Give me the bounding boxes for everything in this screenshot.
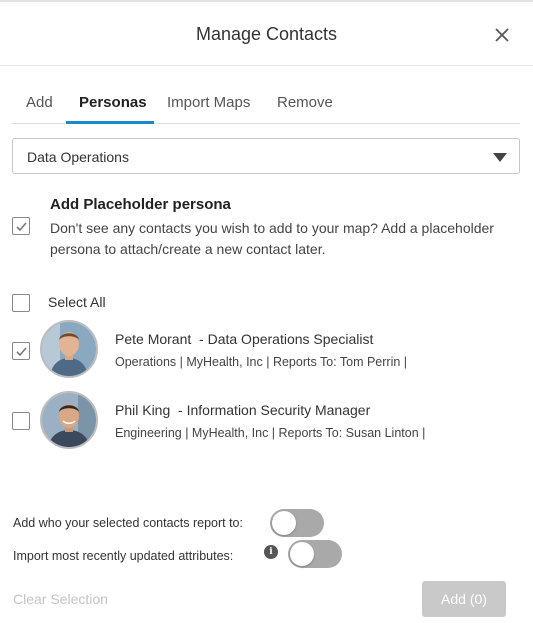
dialog-header: Manage Contacts — [0, 2, 533, 66]
clear-selection-link[interactable]: Clear Selection — [13, 591, 108, 607]
tab-bar: Add Personas Import Maps Remove — [12, 84, 520, 124]
toggle-knob — [290, 542, 314, 566]
dialog-title: Manage Contacts — [195, 24, 338, 44]
contact-name-line: Phil King - Information Security Manager — [115, 402, 370, 418]
select-all-checkbox[interactable] — [12, 294, 30, 312]
placeholder-title: Add Placeholder persona — [50, 196, 231, 213]
persona-select[interactable]: Data Operations — [12, 138, 520, 174]
import-attributes-toggle[interactable] — [288, 540, 342, 568]
report-to-label: Add who your selected contacts report to… — [13, 516, 243, 530]
avatar — [40, 320, 98, 378]
select-all-label: Select All — [48, 294, 106, 310]
add-button[interactable]: Add (0) — [422, 581, 506, 617]
contact-name: Phil King — [115, 402, 171, 418]
persona-select-value: Data Operations — [27, 149, 129, 165]
import-attributes-label: Import most recently updated attributes: — [13, 549, 234, 563]
toggle-knob — [272, 511, 296, 535]
contact-meta: Operations | MyHealth, Inc | Reports To:… — [115, 355, 408, 369]
contact-title: - Data Operations Specialist — [191, 331, 374, 347]
checkmark-icon — [16, 222, 27, 232]
caret-down-icon — [493, 153, 507, 162]
tab-remove[interactable]: Remove — [277, 94, 333, 111]
tab-add[interactable]: Add — [26, 94, 53, 111]
contact-name: Pete Morant — [115, 331, 192, 347]
contact-name-line: Pete Morant - Data Operations Specialist — [115, 331, 373, 347]
report-to-toggle[interactable] — [270, 509, 324, 537]
tab-import-maps[interactable]: Import Maps — [167, 94, 250, 111]
contact-meta: Engineering | MyHealth, Inc | Reports To… — [115, 426, 426, 440]
placeholder-checkbox[interactable] — [12, 217, 30, 235]
contact-checkbox[interactable] — [12, 412, 30, 430]
contact-checkbox[interactable] — [12, 342, 30, 360]
active-tab-indicator — [66, 121, 154, 124]
contact-title: - Information Security Manager — [170, 402, 371, 418]
close-icon[interactable] — [491, 24, 513, 46]
avatar — [40, 391, 98, 449]
info-icon[interactable]: i — [264, 545, 278, 559]
checkmark-icon — [16, 347, 27, 357]
tab-personas[interactable]: Personas — [79, 94, 147, 111]
placeholder-description: Don't see any contacts you wish to add t… — [50, 220, 494, 257]
